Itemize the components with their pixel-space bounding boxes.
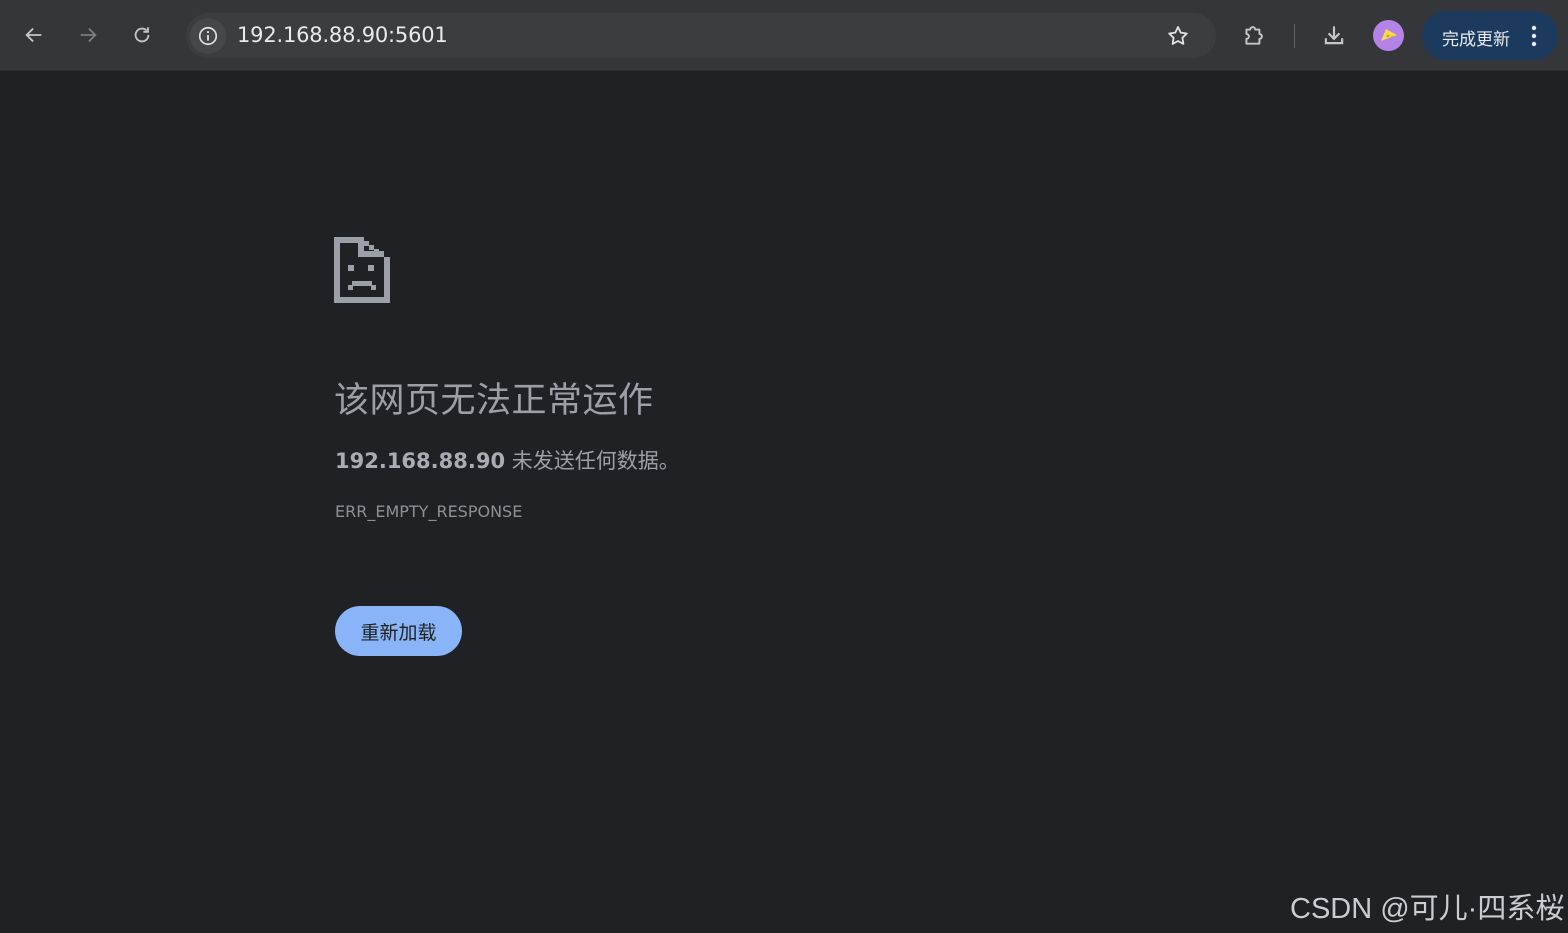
reload-icon — [134, 27, 150, 43]
update-button-label: 完成更新 — [1442, 30, 1510, 50]
error-code: ERR_EMPTY_RESPONSE — [335, 502, 523, 521]
url-text[interactable]: 192.168.88.90:5601 — [237, 23, 448, 47]
kebab-menu-icon — [1531, 25, 1537, 47]
error-message: 未发送任何数据。 — [505, 449, 680, 473]
site-info-button[interactable] — [190, 18, 226, 54]
arrow-right-icon — [80, 27, 97, 43]
info-icon — [198, 26, 218, 46]
download-icon — [1324, 26, 1344, 45]
address-bar[interactable]: 192.168.88.90:5601 — [186, 13, 1216, 58]
error-description: 192.168.88.90 未发送任何数据。 — [335, 445, 680, 475]
star-icon — [1168, 26, 1188, 45]
avatar-icon — [1381, 29, 1397, 41]
reload-button[interactable] — [122, 15, 162, 55]
update-button[interactable]: 完成更新 — [1422, 11, 1558, 60]
error-host: 192.168.88.90 — [335, 449, 506, 473]
reload-page-button[interactable]: 重新加载 — [335, 606, 462, 656]
downloads-button[interactable] — [1316, 17, 1352, 53]
arrow-left-icon — [25, 27, 42, 43]
forward-button[interactable] — [68, 15, 108, 55]
sad-document-icon — [334, 237, 390, 303]
error-title: 该网页无法正常运作 — [334, 381, 654, 421]
browser-toolbar: 192.168.88.90:5601 完成更新 — [0, 0, 1568, 71]
puzzle-icon — [1245, 26, 1263, 45]
bookmark-button[interactable] — [1161, 19, 1195, 53]
extensions-button[interactable] — [1236, 17, 1272, 53]
back-button[interactable] — [14, 15, 54, 55]
toolbar-divider — [1294, 24, 1295, 48]
watermark: CSDN @可儿·四系桜 — [1290, 893, 1565, 925]
profile-button[interactable] — [1373, 20, 1404, 51]
